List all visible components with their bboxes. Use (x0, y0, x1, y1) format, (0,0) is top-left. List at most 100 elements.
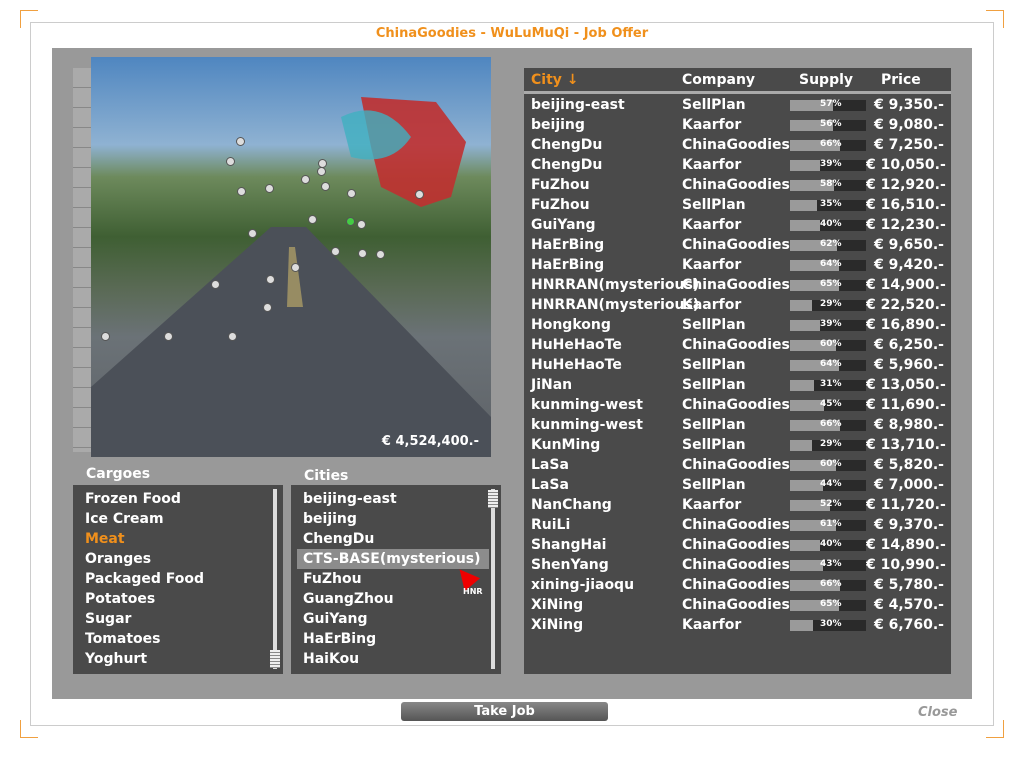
supply-percent: 44% (820, 478, 842, 489)
cargo-item[interactable]: Oranges (73, 549, 283, 569)
cities-scrollbar[interactable] (491, 489, 495, 669)
map-city-marker[interactable] (308, 215, 317, 224)
cell-company: ChinaGoodies (682, 577, 790, 593)
map-city-marker[interactable] (248, 229, 257, 238)
supply-percent: 57% (820, 98, 842, 109)
map-city-marker[interactable] (263, 303, 272, 312)
table-row[interactable]: HuHeHaoTe SellPlan 64% € 5,960.- (524, 355, 951, 375)
cell-price: € 9,370.- (873, 517, 944, 533)
city-item[interactable]: GuiYang (291, 609, 501, 629)
cargoes-scrollbar[interactable] (273, 489, 277, 669)
table-row[interactable]: FuZhou SellPlan 35% € 16,510.- (524, 195, 951, 215)
map-city-marker[interactable] (331, 247, 340, 256)
cargo-item[interactable]: Ice Cream (73, 509, 283, 529)
table-row[interactable]: RuiLi ChinaGoodies 61% € 9,370.- (524, 515, 951, 535)
map-image[interactable]: € 4,524,400.- (91, 57, 491, 457)
table-row[interactable]: beijing-east SellPlan 57% € 9,350.- (524, 95, 951, 115)
table-row[interactable]: HaErBing Kaarfor 64% € 9,420.- (524, 255, 951, 275)
map-city-marker[interactable] (301, 175, 310, 184)
header-company[interactable]: Company (682, 72, 799, 88)
cell-city: beijing-east (531, 97, 625, 113)
map-city-marker[interactable] (228, 332, 237, 341)
table-row[interactable]: KunMing SellPlan 29% € 13,710.- (524, 435, 951, 455)
cell-city: HaErBing (531, 257, 605, 273)
cargo-item[interactable]: Frozen Food (73, 489, 283, 509)
table-row[interactable]: FuZhou ChinaGoodies 58% € 12,920.- (524, 175, 951, 195)
table-row[interactable]: LaSa ChinaGoodies 60% € 5,820.- (524, 455, 951, 475)
map-city-marker[interactable] (415, 190, 424, 199)
map-city-marker[interactable] (226, 157, 235, 166)
city-item[interactable]: beijing-east (291, 489, 501, 509)
map-city-marker[interactable] (291, 263, 300, 272)
header-supply[interactable]: Supply (799, 72, 881, 88)
map-city-marker[interactable] (317, 167, 326, 176)
table-row[interactable]: XiNing ChinaGoodies 65% € 4,570.- (524, 595, 951, 615)
cell-price: € 5,960.- (873, 357, 944, 373)
map-city-marker[interactable] (237, 187, 246, 196)
map-city-marker[interactable] (357, 220, 366, 229)
cell-price: € 9,420.- (873, 257, 944, 273)
cell-company: SellPlan (682, 317, 746, 333)
road-illustration (91, 97, 491, 457)
table-row[interactable]: xining-jiaoqu ChinaGoodies 66% € 5,780.- (524, 575, 951, 595)
cell-price: € 12,230.- (866, 217, 946, 233)
cell-price: € 12,920.- (866, 177, 946, 193)
table-row[interactable]: NanChang Kaarfor 52% € 11,720.- (524, 495, 951, 515)
table-row[interactable]: ChengDu ChinaGoodies 66% € 7,250.- (524, 135, 951, 155)
table-row[interactable]: ChengDu Kaarfor 39% € 10,050.- (524, 155, 951, 175)
city-item[interactable]: HaErBing (291, 629, 501, 649)
table-row[interactable]: LaSa SellPlan 44% € 7,000.- (524, 475, 951, 495)
table-row[interactable]: JiNan SellPlan 31% € 13,050.- (524, 375, 951, 395)
supply-bar: 44% (790, 478, 866, 491)
map-city-marker[interactable] (101, 332, 110, 341)
table-row[interactable]: HuHeHaoTe ChinaGoodies 60% € 6,250.- (524, 335, 951, 355)
cell-city: LaSa (531, 457, 569, 473)
map-city-marker[interactable] (266, 275, 275, 284)
table-row[interactable]: GuiYang Kaarfor 40% € 12,230.- (524, 215, 951, 235)
map-city-marker[interactable] (347, 189, 356, 198)
table-row[interactable]: beijing Kaarfor 56% € 9,080.- (524, 115, 951, 135)
map-city-marker[interactable] (164, 332, 173, 341)
map-city-marker[interactable] (346, 217, 355, 226)
cargoes-scroll-thumb[interactable] (270, 650, 280, 668)
map-city-marker[interactable] (358, 249, 367, 258)
cargo-item[interactable]: Yoghurt (73, 649, 283, 669)
table-row[interactable]: Hongkong SellPlan 39% € 16,890.- (524, 315, 951, 335)
cities-scroll-thumb[interactable] (488, 490, 498, 508)
cargoes-list[interactable]: Frozen Food Ice Cream Meat Oranges Packaged … (73, 485, 283, 674)
cargo-item[interactable]: Tomatoes (73, 629, 283, 649)
table-row[interactable]: XiNing Kaarfor 30% € 6,760.- (524, 615, 951, 635)
cargo-item[interactable]: Meat (73, 529, 283, 549)
map-city-marker[interactable] (321, 182, 330, 191)
supply-percent: 39% (820, 318, 842, 329)
cell-city: HNRRAN(mysterious) (531, 277, 700, 293)
table-row[interactable]: ShenYang ChinaGoodies 43% € 10,990.- (524, 555, 951, 575)
cargo-item[interactable]: Sugar (73, 609, 283, 629)
close-button[interactable]: Close (918, 705, 957, 720)
table-row[interactable]: HNRRAN(mysterious) ChinaGoodies 65% € 14… (524, 275, 951, 295)
table-row[interactable]: kunming-west ChinaGoodies 45% € 11,690.- (524, 395, 951, 415)
cell-city: Hongkong (531, 317, 611, 333)
cell-company: ChinaGoodies (682, 457, 790, 473)
cell-company: Kaarfor (682, 497, 742, 513)
supply-bar: 45% (790, 399, 866, 411)
header-price[interactable]: Price (881, 72, 941, 88)
city-item[interactable]: CTS-BASE(mysterious) (297, 549, 489, 569)
city-item[interactable]: ChengDu (291, 529, 501, 549)
take-job-button[interactable]: Take Job (401, 702, 608, 721)
cargo-item[interactable]: Potatoes (73, 589, 283, 609)
header-city[interactable]: City ↓ (524, 72, 682, 88)
table-row[interactable]: HaErBing ChinaGoodies 62% € 9,650.- (524, 235, 951, 255)
city-item[interactable]: HaiKou (291, 649, 501, 669)
map-city-marker[interactable] (211, 280, 220, 289)
map-city-marker[interactable] (265, 184, 274, 193)
table-row[interactable]: kunming-west SellPlan 66% € 8,980.- (524, 415, 951, 435)
cargo-item[interactable]: Packaged Food (73, 569, 283, 589)
table-row[interactable]: HNRRAN(mysterious) Kaarfor 29% € 22,520.… (524, 295, 951, 315)
table-row[interactable]: ShangHai ChinaGoodies 40% € 14,890.- (524, 535, 951, 555)
supply-bar-fill (790, 479, 824, 491)
map-city-marker[interactable] (236, 137, 245, 146)
map-city-marker[interactable] (376, 250, 385, 259)
cell-price: € 22,520.- (866, 297, 946, 313)
city-item[interactable]: beijing (291, 509, 501, 529)
